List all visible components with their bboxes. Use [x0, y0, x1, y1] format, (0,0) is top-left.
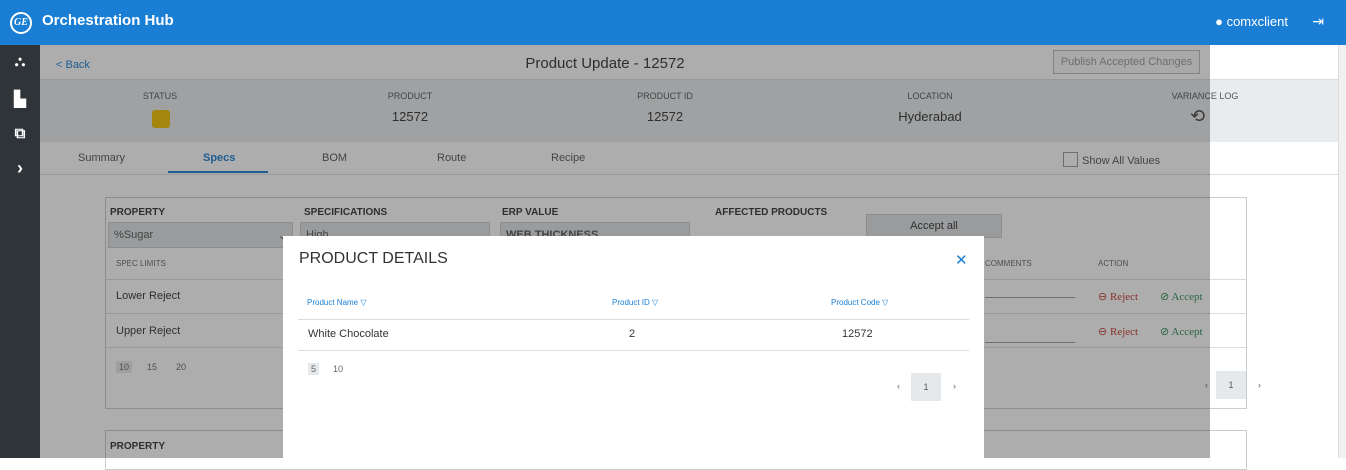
logout-icon[interactable]: ⇥ [1312, 13, 1324, 30]
cell-product-id: 2 [629, 328, 636, 340]
filter-icon[interactable]: ▽ [882, 298, 888, 307]
cell-product-code: 12572 [842, 328, 873, 340]
col-product-code[interactable]: Product Code ▽ [831, 298, 888, 307]
close-icon[interactable]: ✕ [955, 251, 968, 269]
modal-next-page-icon[interactable]: › [953, 381, 956, 391]
col-product-name-label: Product Name [307, 298, 359, 307]
scrollbar[interactable] [1338, 45, 1346, 458]
expand-chevron-icon[interactable]: › [0, 151, 40, 185]
hierarchy-icon[interactable]: ⛬ [0, 45, 40, 79]
divider [298, 350, 969, 351]
app-header [0, 0, 1346, 45]
page-number[interactable]: 1 [1216, 371, 1246, 399]
factory-icon[interactable]: ▙ [0, 83, 40, 117]
modal-prev-page-icon[interactable]: ‹ [897, 381, 900, 391]
user-menu[interactable]: ● comxclient [1215, 14, 1288, 29]
modal-page-size-10[interactable]: 10 [333, 364, 343, 374]
col-product-id-label: Product ID [612, 298, 650, 307]
divider [298, 319, 969, 320]
ge-logo: GE [10, 12, 32, 34]
cell-product-name: White Chocolate [308, 328, 389, 340]
col-product-name[interactable]: Product Name ▽ [307, 298, 367, 307]
next-page-icon[interactable]: › [1258, 380, 1261, 390]
filter-icon[interactable]: ▽ [360, 298, 366, 307]
username: comxclient [1226, 14, 1288, 29]
product-details-modal [283, 236, 984, 458]
modal-title: PRODUCT DETAILS [299, 250, 448, 267]
filter-icon[interactable]: ▽ [652, 298, 658, 307]
modal-page-number[interactable]: 1 [911, 373, 941, 401]
modal-page-size-5[interactable]: 5 [308, 363, 320, 375]
products-icon[interactable]: ⧉ [0, 117, 40, 151]
col-product-id[interactable]: Product ID ▽ [612, 298, 658, 307]
app-title: Orchestration Hub [42, 12, 174, 29]
col-product-code-label: Product Code [831, 298, 880, 307]
side-nav: ⛬ ▙ ⧉ › [0, 45, 40, 458]
